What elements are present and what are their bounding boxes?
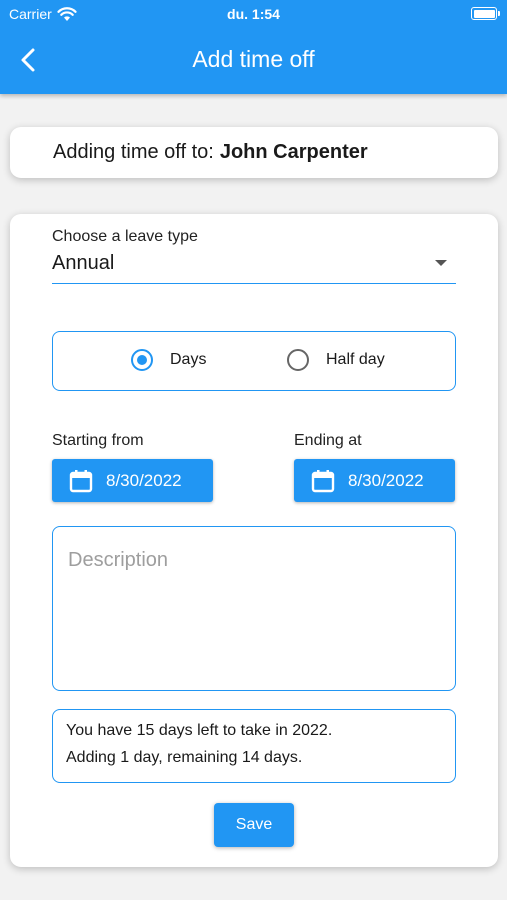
start-date-button[interactable]: 8/30/2022 <box>52 459 213 502</box>
start-date-label: Starting from <box>52 432 144 449</box>
page-title: Add time off <box>192 46 315 72</box>
balance-line-1: You have 15 days left to take in 2022. <box>66 722 333 739</box>
employee-card: Adding time off to: John Carpenter <box>10 127 498 178</box>
calendar-icon <box>69 470 93 493</box>
end-date-label: Ending at <box>294 432 362 449</box>
description-placeholder: Description <box>68 549 169 571</box>
description-field[interactable]: Description <box>52 526 456 691</box>
employee-prefix: Adding time off to: <box>53 141 214 163</box>
radio-half-day-label: Half day <box>326 351 385 368</box>
dropdown-arrow-icon <box>435 260 447 266</box>
radio-half-day[interactable]: Half day <box>287 349 385 371</box>
duration-selector: Days Half day <box>52 331 456 391</box>
balance-line-2: Adding 1 day, remaining 14 days. <box>66 749 303 766</box>
radio-selected-icon <box>131 349 153 371</box>
time-off-form: Choose a leave type Annual Days Half day… <box>10 214 498 867</box>
save-button[interactable]: Save <box>214 803 294 847</box>
status-bar: Carrier du. 1:54 <box>0 0 507 28</box>
calendar-icon <box>311 470 335 493</box>
status-time: du. 1:54 <box>227 6 280 22</box>
end-date-value: 8/30/2022 <box>348 471 424 490</box>
balance-info: You have 15 days left to take in 2022. A… <box>52 709 456 783</box>
end-date-button[interactable]: 8/30/2022 <box>294 459 455 502</box>
leave-type-value: Annual <box>52 252 115 274</box>
employee-name: John Carpenter <box>219 141 368 163</box>
employee-line: Adding time off to: John Carpenter <box>53 141 368 164</box>
radio-days[interactable]: Days <box>131 349 206 371</box>
battery-icon <box>471 7 500 20</box>
leave-type-label: Choose a leave type <box>52 228 198 245</box>
start-date-value: 8/30/2022 <box>106 471 182 490</box>
leave-type-select[interactable]: Annual <box>52 250 456 284</box>
radio-days-label: Days <box>170 351 207 368</box>
radio-unselected-icon <box>287 349 309 371</box>
app-bar: Carrier du. 1:54 Add time off <box>0 0 507 94</box>
